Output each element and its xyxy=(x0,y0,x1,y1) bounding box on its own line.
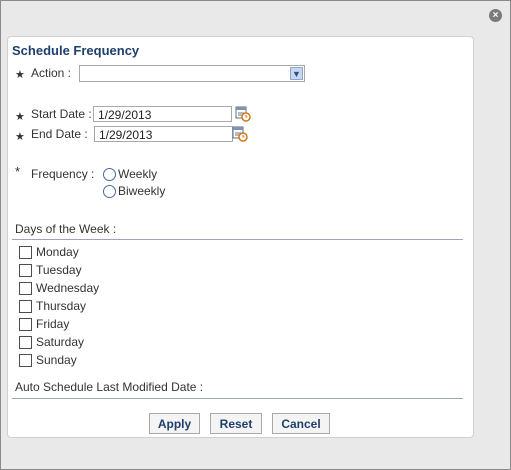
dialog-title: Schedule Frequency xyxy=(12,43,140,58)
chevron-down-icon[interactable]: ▼ xyxy=(290,67,303,80)
start-date-label: Start Date : xyxy=(31,107,92,121)
frequency-label: Frequency : xyxy=(31,167,95,181)
sunday-checkbox[interactable] xyxy=(19,354,32,367)
friday-checkbox[interactable] xyxy=(19,318,32,331)
sunday-label: Sunday xyxy=(36,353,77,367)
days-of-week-label: Days of the Week : xyxy=(15,222,117,236)
reset-button[interactable]: Reset xyxy=(210,413,262,434)
form-panel: Schedule Frequency ★ Action : ▼ ★ Start … xyxy=(7,36,474,438)
wednesday-checkbox[interactable] xyxy=(19,282,32,295)
frequency-biweekly-label: Biweekly xyxy=(118,184,166,198)
monday-label: Monday xyxy=(36,245,79,259)
cancel-button[interactable]: Cancel xyxy=(272,413,330,434)
thursday-label: Thursday xyxy=(36,299,87,313)
action-label: Action : xyxy=(31,66,72,80)
frequency-weekly-radio[interactable] xyxy=(103,168,116,181)
tuesday-checkbox[interactable] xyxy=(19,264,32,277)
calendar-icon[interactable] xyxy=(235,105,251,122)
saturday-label: Saturday xyxy=(36,335,85,349)
calendar-icon[interactable] xyxy=(232,125,248,142)
frequency-biweekly-radio[interactable] xyxy=(103,185,116,198)
auto-schedule-label: Auto Schedule Last Modified Date : xyxy=(15,380,204,394)
apply-button[interactable]: Apply xyxy=(149,413,200,434)
start-date-field[interactable]: 1/29/2013 xyxy=(93,106,232,122)
divider xyxy=(12,239,463,240)
divider xyxy=(12,398,463,399)
action-select[interactable]: ▼ xyxy=(79,65,305,82)
frequency-weekly-label: Weekly xyxy=(118,167,158,181)
tuesday-label: Tuesday xyxy=(36,263,82,277)
end-date-field[interactable]: 1/29/2013 xyxy=(94,126,233,142)
close-icon[interactable]: × xyxy=(489,9,502,22)
required-marker: * xyxy=(15,164,21,179)
required-marker: ★ xyxy=(15,131,25,143)
end-date-label: End Date : xyxy=(31,127,88,141)
schedule-frequency-dialog: × Schedule Frequency ★ Action : ▼ ★ Star… xyxy=(0,0,511,470)
required-marker: ★ xyxy=(15,69,25,81)
saturday-checkbox[interactable] xyxy=(19,336,32,349)
wednesday-label: Wednesday xyxy=(36,281,100,295)
monday-checkbox[interactable] xyxy=(19,246,32,259)
friday-label: Friday xyxy=(36,317,70,331)
required-marker: ★ xyxy=(15,111,25,123)
thursday-checkbox[interactable] xyxy=(19,300,32,313)
